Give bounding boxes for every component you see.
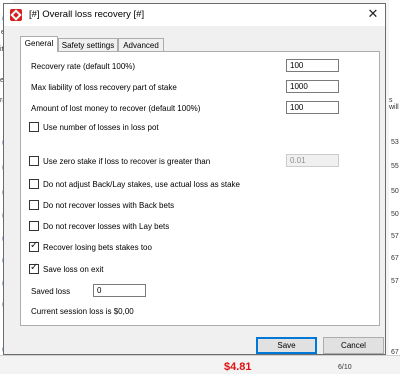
- saved-loss-input[interactable]: 0: [93, 284, 146, 297]
- background-number: 53: [391, 139, 399, 146]
- background-number: 57: [391, 233, 399, 240]
- close-icon[interactable]: ✕: [365, 6, 381, 22]
- recovery-rate-input[interactable]: 100: [286, 59, 339, 72]
- check-mark-icon: ✓: [30, 262, 39, 273]
- save-loss-on-exit-checkbox[interactable]: ✓: [29, 262, 39, 274]
- tab-advanced[interactable]: Advanced: [118, 38, 164, 51]
- no-recover-back-checkbox[interactable]: [29, 200, 39, 210]
- use-zero-stake-checkbox[interactable]: [29, 156, 39, 166]
- background-right-column: [389, 0, 400, 373]
- amount-lost-input[interactable]: 100: [286, 101, 339, 114]
- background-amount: $4.81: [224, 361, 252, 373]
- no-recover-lay-label: Do not recover losses with Lay bets: [43, 222, 170, 231]
- background-number: 50: [391, 188, 399, 195]
- use-number-of-losses-label: Use number of losses in loss pot: [43, 123, 159, 132]
- use-zero-stake-label: Use zero stake if loss to recover is gre…: [43, 157, 211, 166]
- tab-safety-settings[interactable]: Safety settings: [58, 38, 118, 51]
- no-recover-lay-checkbox[interactable]: [29, 221, 39, 231]
- cancel-button[interactable]: Cancel: [323, 337, 384, 354]
- save-button[interactable]: Save: [256, 337, 317, 354]
- do-not-adjust-stakes-label: Do not adjust Back/Lay stakes, use actua…: [43, 180, 240, 189]
- no-recover-back-label: Do not recover losses with Back bets: [43, 201, 175, 210]
- use-number-of-losses-checkbox[interactable]: [29, 122, 39, 132]
- save-loss-on-exit-label: Save loss on exit: [43, 265, 104, 274]
- app-icon: [10, 9, 22, 21]
- recovery-rate-label: Recovery rate (default 100%): [31, 62, 136, 71]
- background-number: 67: [391, 255, 399, 262]
- background-number: 57: [391, 278, 399, 285]
- max-liability-label: Max liability of loss recovery part of s…: [31, 83, 177, 92]
- session-loss-text: Current session loss is $0,00: [31, 307, 134, 316]
- background-number: 55: [391, 163, 399, 170]
- max-liability-input[interactable]: 1000: [286, 80, 339, 93]
- zero-stake-threshold-input[interactable]: 0.01: [286, 154, 339, 167]
- saved-loss-label: Saved loss: [31, 287, 71, 296]
- background-number: 50: [391, 211, 399, 218]
- recover-losing-stakes-checkbox[interactable]: ✓: [29, 240, 39, 252]
- do-not-adjust-stakes-checkbox[interactable]: [29, 179, 39, 189]
- background-text: s will: [389, 97, 399, 111]
- dialog-title: [#] Overall loss recovery [#]: [29, 9, 145, 20]
- loss-recovery-dialog: [#] Overall loss recovery [#] ✕ General …: [3, 3, 386, 355]
- title-bar: [#] Overall loss recovery [#] ✕: [4, 4, 385, 26]
- tab-general[interactable]: General: [20, 36, 58, 52]
- recover-losing-stakes-label: Recover losing bets stakes too: [43, 243, 152, 252]
- amount-lost-label: Amount of lost money to recover (default…: [31, 104, 201, 113]
- background-text: 6/10: [338, 364, 352, 371]
- check-mark-icon: ✓: [30, 240, 39, 251]
